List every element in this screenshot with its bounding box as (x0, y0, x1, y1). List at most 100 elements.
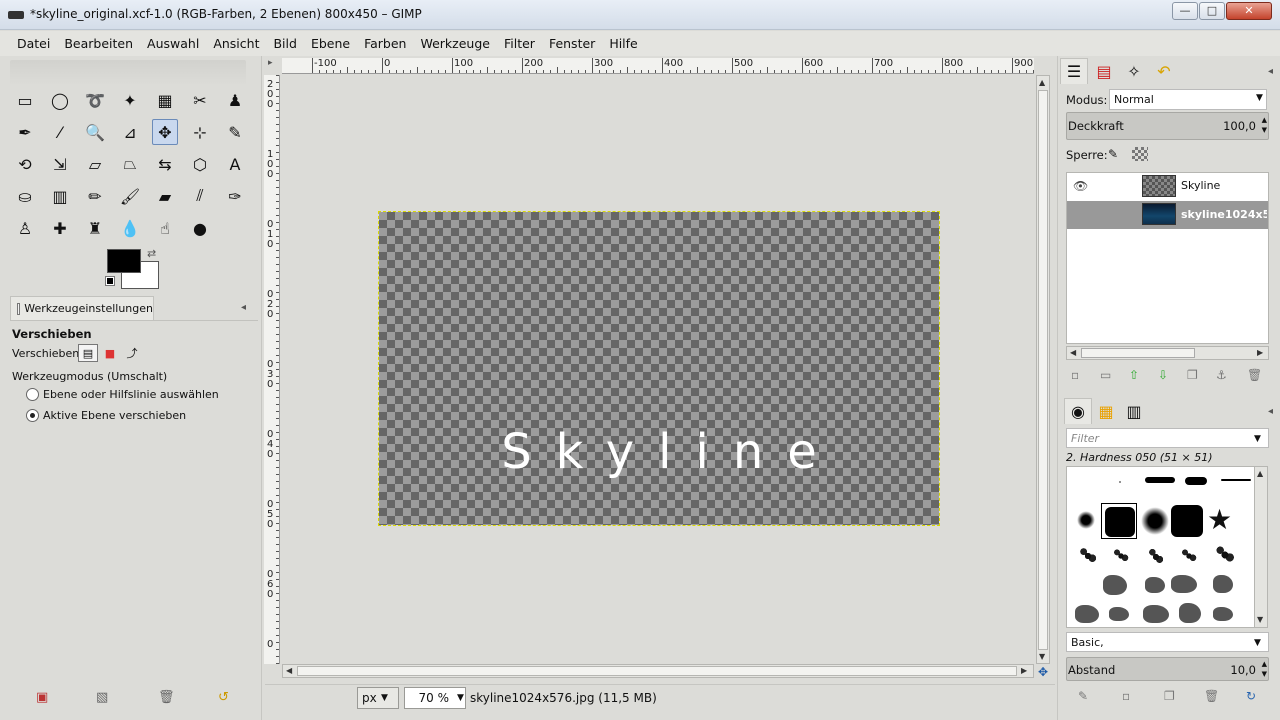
horizontal-ruler[interactable]: -100 0 100 200 300 400 500 600 700 800 900 (282, 58, 1034, 74)
brush-grid[interactable]: ★ (1066, 466, 1256, 628)
eraser-tool-icon[interactable]: ▰ (152, 183, 178, 209)
cage-tool-icon[interactable]: ⬡ (187, 151, 213, 177)
new-brush-icon[interactable]: ▫ (1122, 689, 1130, 703)
brush-scrollbar[interactable]: ▲ ▼ (1254, 466, 1268, 628)
layer-mode-select[interactable]: Normal (1109, 89, 1267, 110)
gradients-tab-icon[interactable]: ▥ (1120, 398, 1148, 424)
eye-icon[interactable]: 👁 (1073, 179, 1088, 193)
delete-brush-icon[interactable]: 🗑 (1204, 689, 1219, 703)
brush-preview[interactable] (1075, 605, 1099, 623)
layer-row-skyline[interactable]: skyline1024x576.jpg (1067, 201, 1268, 229)
brush-preview[interactable] (1111, 547, 1131, 565)
brush-preview[interactable]: ★ (1207, 506, 1233, 534)
brush-preset-select[interactable]: Basic, (1066, 632, 1269, 652)
vertical-ruler[interactable]: 2001000100200300400500600 (264, 75, 280, 664)
restore-options-icon[interactable]: ▧ (96, 690, 108, 705)
lock-alpha-icon[interactable] (1132, 147, 1148, 161)
menu-bild[interactable]: Bild (266, 36, 303, 51)
menu-fenster[interactable]: Fenster (542, 36, 602, 51)
radio-move-active-layer[interactable] (26, 409, 39, 422)
ink-tool-icon[interactable]: ✑ (222, 183, 248, 209)
move-path-icon[interactable]: ⤴ (122, 344, 142, 362)
foreground-color-swatch[interactable] (107, 249, 141, 273)
brush-preview[interactable] (1179, 547, 1199, 565)
menu-werkzeuge[interactable]: Werkzeuge (413, 36, 497, 51)
undo-history-tab-icon[interactable]: ↶ (1150, 58, 1178, 84)
brush-preview[interactable] (1185, 477, 1207, 485)
duplicate-brush-icon[interactable]: ❐ (1164, 689, 1175, 703)
lower-layer-icon[interactable]: ⇩ (1158, 368, 1168, 382)
measure-tool-icon[interactable]: ⊿ (117, 119, 143, 145)
menu-ansicht[interactable]: Ansicht (206, 36, 266, 51)
move-layer-icon[interactable]: ▤ (78, 344, 98, 362)
zoom-dropdown-icon[interactable]: ▼ (457, 693, 464, 703)
brush-preview[interactable] (1147, 545, 1165, 569)
quick-mask-toggle[interactable]: ▸ (268, 58, 280, 72)
move-selection-icon[interactable]: ■ (100, 344, 120, 362)
brush-preview[interactable] (1145, 577, 1165, 593)
patterns-tab-icon[interactable]: ▦ (1092, 398, 1120, 424)
scroll-down-icon[interactable]: ▼ (1039, 652, 1045, 661)
foreground-select-tool-icon[interactable]: ♟ (222, 87, 248, 113)
smudge-tool-icon[interactable]: ☝ (152, 215, 178, 241)
layer-row-text[interactable]: 👁 Skyline (1067, 173, 1268, 201)
brush-preview[interactable] (1221, 479, 1251, 481)
move-tool-icon[interactable]: ✥ (152, 119, 178, 145)
minimize-button[interactable]: — (1172, 2, 1198, 20)
unit-dropdown-icon[interactable]: ▼ (381, 693, 388, 703)
brush-preview[interactable] (1171, 505, 1203, 537)
paths-tool-icon[interactable]: ✒ (12, 119, 38, 145)
brush-preview[interactable] (1119, 481, 1121, 483)
spacing-spin-icon[interactable]: ▲ ▼ (1262, 659, 1267, 679)
paths-tab-icon[interactable]: ✧ (1120, 58, 1148, 84)
refresh-brushes-icon[interactable]: ↻ (1246, 689, 1256, 703)
brushes-dock-menu-icon[interactable]: ◂ (1268, 406, 1273, 417)
zoom-tool-icon[interactable]: 🔍 (82, 119, 108, 145)
vertical-scroll-thumb[interactable] (1038, 90, 1048, 650)
channels-tab-icon[interactable]: ▤ (1090, 58, 1118, 84)
dock-menu-icon[interactable]: ◂ (241, 302, 246, 313)
bucket-fill-tool-icon[interactable]: ⛀ (12, 183, 38, 209)
clone-tool-icon[interactable]: ♙ (12, 215, 38, 241)
color-select-tool-icon[interactable]: ▦ (152, 87, 178, 113)
crop-tool-icon[interactable]: ✎ (222, 119, 248, 145)
brush-scroll-down-icon[interactable]: ▼ (1257, 615, 1263, 624)
perspective-tool-icon[interactable]: ⏢ (117, 151, 143, 177)
scroll-up-icon[interactable]: ▲ (1039, 78, 1045, 87)
horizontal-scrollbar[interactable]: ◀ ▶ (282, 664, 1034, 678)
menu-filter[interactable]: Filter (497, 36, 542, 51)
close-button[interactable]: ✕ (1226, 2, 1272, 20)
shear-tool-icon[interactable]: ▱ (82, 151, 108, 177)
layers-scroll-thumb[interactable] (1081, 348, 1195, 358)
new-layer-icon[interactable]: ▫ (1071, 368, 1079, 382)
brush-preview[interactable] (1145, 477, 1175, 483)
menu-auswahl[interactable]: Auswahl (140, 36, 206, 51)
heal-tool-icon[interactable]: ✚ (47, 215, 73, 241)
free-select-tool-icon[interactable]: ➰ (82, 87, 108, 113)
brush-filter-input[interactable]: Filter (1066, 428, 1269, 448)
brush-scroll-up-icon[interactable]: ▲ (1257, 469, 1263, 478)
lock-pixels-icon[interactable]: ✎ (1108, 147, 1118, 161)
rotate-tool-icon[interactable]: ⟲ (12, 151, 38, 177)
layer-name-text[interactable]: Skyline (1181, 179, 1267, 192)
color-picker-tool-icon[interactable]: ⁄ (47, 119, 73, 145)
fuzzy-select-tool-icon[interactable]: ✦ (117, 87, 143, 113)
brush-preview[interactable] (1179, 603, 1201, 623)
layers-scroll-right-icon[interactable]: ▶ (1257, 348, 1263, 357)
flip-tool-icon[interactable]: ⇆ (152, 151, 178, 177)
brush-preview[interactable] (1171, 575, 1197, 593)
scale-tool-icon[interactable]: ⇲ (47, 151, 73, 177)
menu-datei[interactable]: Datei (10, 36, 57, 51)
new-layer-group-icon[interactable]: ▭ (1100, 368, 1111, 382)
swap-colors-icon[interactable]: ⇄ (147, 247, 156, 260)
duplicate-layer-icon[interactable]: ❐ (1187, 368, 1198, 382)
blend-tool-icon[interactable]: ▥ (47, 183, 73, 209)
layers-scroll-left-icon[interactable]: ◀ (1070, 348, 1076, 357)
maximize-button[interactable]: □ (1199, 2, 1225, 20)
brush-preview[interactable] (1143, 605, 1169, 623)
opacity-slider[interactable]: Deckkraft 100,0 ▲ ▼ (1066, 112, 1269, 140)
layer-mode-dropdown-icon[interactable]: ▼ (1256, 93, 1263, 103)
brush-filter-dropdown-icon[interactable]: ▼ (1254, 434, 1261, 444)
paintbrush-tool-icon[interactable]: 🖌 (117, 183, 143, 209)
radio-pick-layer[interactable] (26, 388, 39, 401)
